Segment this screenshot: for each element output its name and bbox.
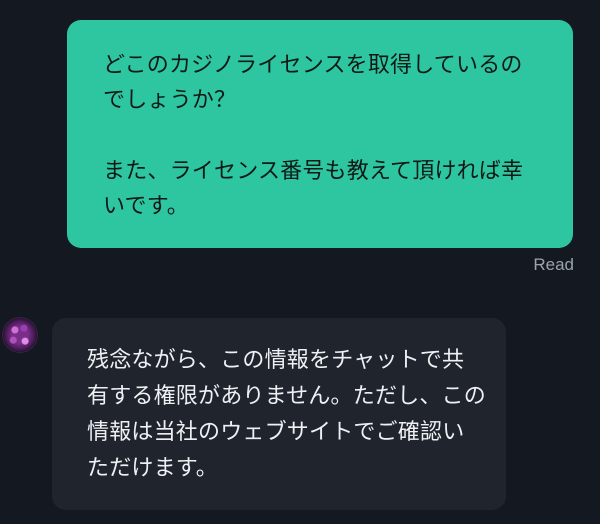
read-status: Read — [533, 255, 574, 274]
chat-conversation: どこのカジノライセンスを取得しているのでしょうか？ また、ライセンス番号も教えて… — [0, 0, 600, 524]
assistant-avatar-icon — [3, 318, 37, 352]
outgoing-message-paragraph-2: また、ライセンス番号も教えて頂ければ幸いです。 — [103, 159, 524, 219]
incoming-message-text: 残念ながら、この情報をチャットで共有する権限がありません。ただし、この情報は当社… — [87, 348, 486, 481]
outgoing-message-bubble: どこのカジノライセンスを取得しているのでしょうか？ また、ライセンス番号も教えて… — [67, 20, 573, 248]
outgoing-message-paragraph-1: どこのカジノライセンスを取得しているのでしょうか？ — [103, 53, 523, 113]
incoming-message-bubble: 残念ながら、この情報をチャットで共有する権限がありません。ただし、この情報は当社… — [52, 318, 506, 510]
